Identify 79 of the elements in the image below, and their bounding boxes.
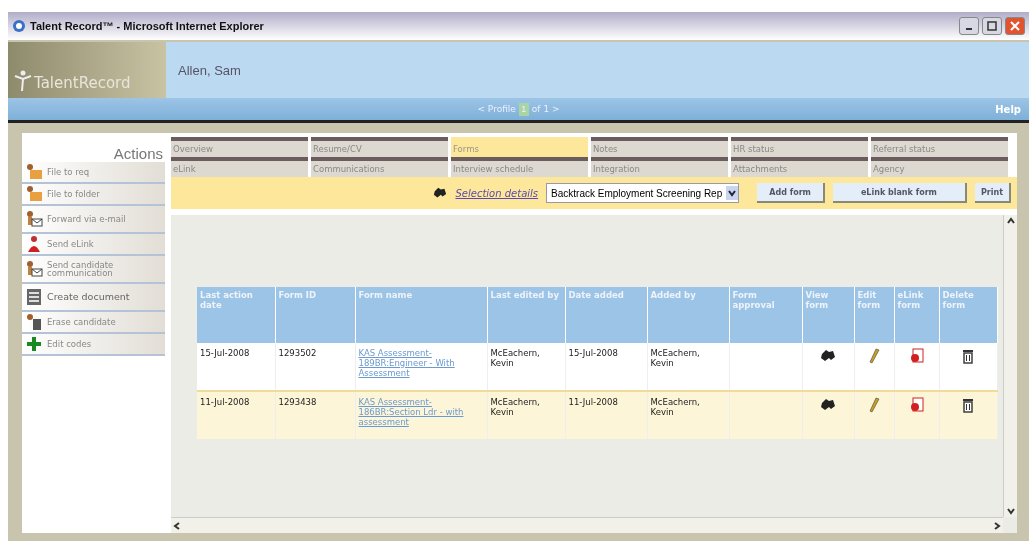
- close-icon: [1010, 21, 1020, 31]
- table-cell: 11-Jul-2008: [565, 391, 647, 439]
- column-header: Date added: [565, 287, 647, 343]
- tab[interactable]: Notes: [591, 137, 728, 157]
- folder-icon: [25, 185, 43, 203]
- table-cell: McEachern, Kevin: [647, 343, 729, 391]
- profile-prev-link[interactable]: < Profile: [477, 104, 516, 114]
- browser-icon: [12, 19, 26, 33]
- vertical-scrollbar[interactable]: [1003, 215, 1017, 517]
- column-header: Edit form: [854, 287, 894, 343]
- tab[interactable]: Agency: [871, 157, 1008, 177]
- table-cell: McEachern, Kevin: [487, 343, 565, 391]
- maximize-icon: [987, 21, 997, 31]
- table-cell: 15-Jul-2008: [197, 343, 275, 391]
- minimize-button[interactable]: [959, 17, 979, 35]
- pencil-icon[interactable]: [866, 348, 882, 364]
- actions-heading: Actions: [113, 145, 163, 162]
- column-header: Added by: [647, 287, 729, 343]
- action-item[interactable]: Create document: [22, 284, 165, 312]
- table-cell: McEachern, Kevin: [647, 391, 729, 439]
- document-icon: [25, 288, 43, 306]
- figure-icon: [14, 70, 32, 92]
- folder-icon: [25, 163, 43, 181]
- mail-icon: [25, 260, 43, 278]
- tab[interactable]: Forms: [451, 137, 588, 157]
- tab[interactable]: Overview: [171, 137, 308, 157]
- column-header: eLink form: [894, 287, 939, 343]
- form-name-link[interactable]: KAS Assessment-189BR:Engineer - With Assessment: [355, 343, 487, 391]
- form-dropdown[interactable]: Backtrack Employment Screening Rep: [546, 183, 740, 203]
- tab[interactable]: Integration: [591, 157, 728, 177]
- action-item[interactable]: File to req: [22, 162, 165, 184]
- action-item[interactable]: File to folder: [22, 184, 165, 206]
- table-cell: 1293438: [275, 391, 355, 439]
- maximize-button[interactable]: [982, 17, 1002, 35]
- selection-details-link[interactable]: Selection details: [455, 187, 539, 199]
- action-item[interactable]: Send eLink: [22, 234, 165, 256]
- person-icon: [25, 235, 43, 253]
- table-cell: 15-Jul-2008: [565, 343, 647, 391]
- tab[interactable]: HR status: [731, 137, 868, 157]
- table-cell: McEachern, Kevin: [487, 391, 565, 439]
- binoculars-icon[interactable]: [820, 397, 836, 413]
- binoculars-icon: [433, 186, 448, 200]
- tab[interactable]: Attachments: [731, 157, 868, 177]
- column-header: Last action date: [197, 287, 275, 343]
- column-header: View form: [802, 287, 854, 343]
- binoculars-icon[interactable]: [820, 348, 836, 364]
- column-header: Last edited by: [487, 287, 565, 343]
- toolbar-button[interactable]: Print: [974, 183, 1011, 203]
- action-item[interactable]: Send candidate communication: [22, 256, 165, 284]
- column-header: Form approval: [729, 287, 802, 343]
- profile-index-field[interactable]: 1: [518, 102, 529, 116]
- action-item[interactable]: Edit codes: [22, 334, 165, 356]
- toolbar-button[interactable]: eLink blank form: [832, 183, 967, 203]
- tab[interactable]: Interview schedule: [451, 157, 588, 177]
- close-button[interactable]: [1005, 17, 1025, 35]
- action-item[interactable]: Forward via e-mail: [22, 206, 165, 234]
- column-header: Form ID: [275, 287, 355, 343]
- tab[interactable]: Resume/CV: [311, 137, 448, 157]
- tab[interactable]: eLink: [171, 157, 308, 177]
- table-cell: 11-Jul-2008: [197, 391, 275, 439]
- table-cell: 1293502: [275, 343, 355, 391]
- form-name-link[interactable]: KAS Assessment-186BR:Section Ldr - with assessment: [355, 391, 487, 439]
- logo: TalentRecord: [8, 42, 166, 98]
- horizontal-scrollbar[interactable]: [171, 517, 1003, 533]
- tab[interactable]: Communications: [311, 157, 448, 177]
- candidate-name: Allen, Sam: [178, 62, 241, 78]
- document-icon[interactable]: [908, 348, 925, 364]
- document-icon[interactable]: [908, 397, 925, 413]
- column-header: Form name: [355, 287, 487, 343]
- action-item[interactable]: Erase candidate: [22, 312, 165, 334]
- profile-next-link[interactable]: of 1 >: [531, 104, 560, 114]
- window-title: Talent Record™ - Microsoft Internet Explorer: [30, 20, 264, 32]
- tab[interactable]: Referral status: [871, 137, 1008, 157]
- pencil-icon[interactable]: [866, 397, 882, 413]
- mail-icon: [25, 210, 43, 228]
- plus-icon: [25, 335, 43, 353]
- help-link[interactable]: Help: [995, 103, 1021, 115]
- toolbar-button[interactable]: Add form: [757, 183, 825, 203]
- column-header: Delete form: [939, 287, 997, 343]
